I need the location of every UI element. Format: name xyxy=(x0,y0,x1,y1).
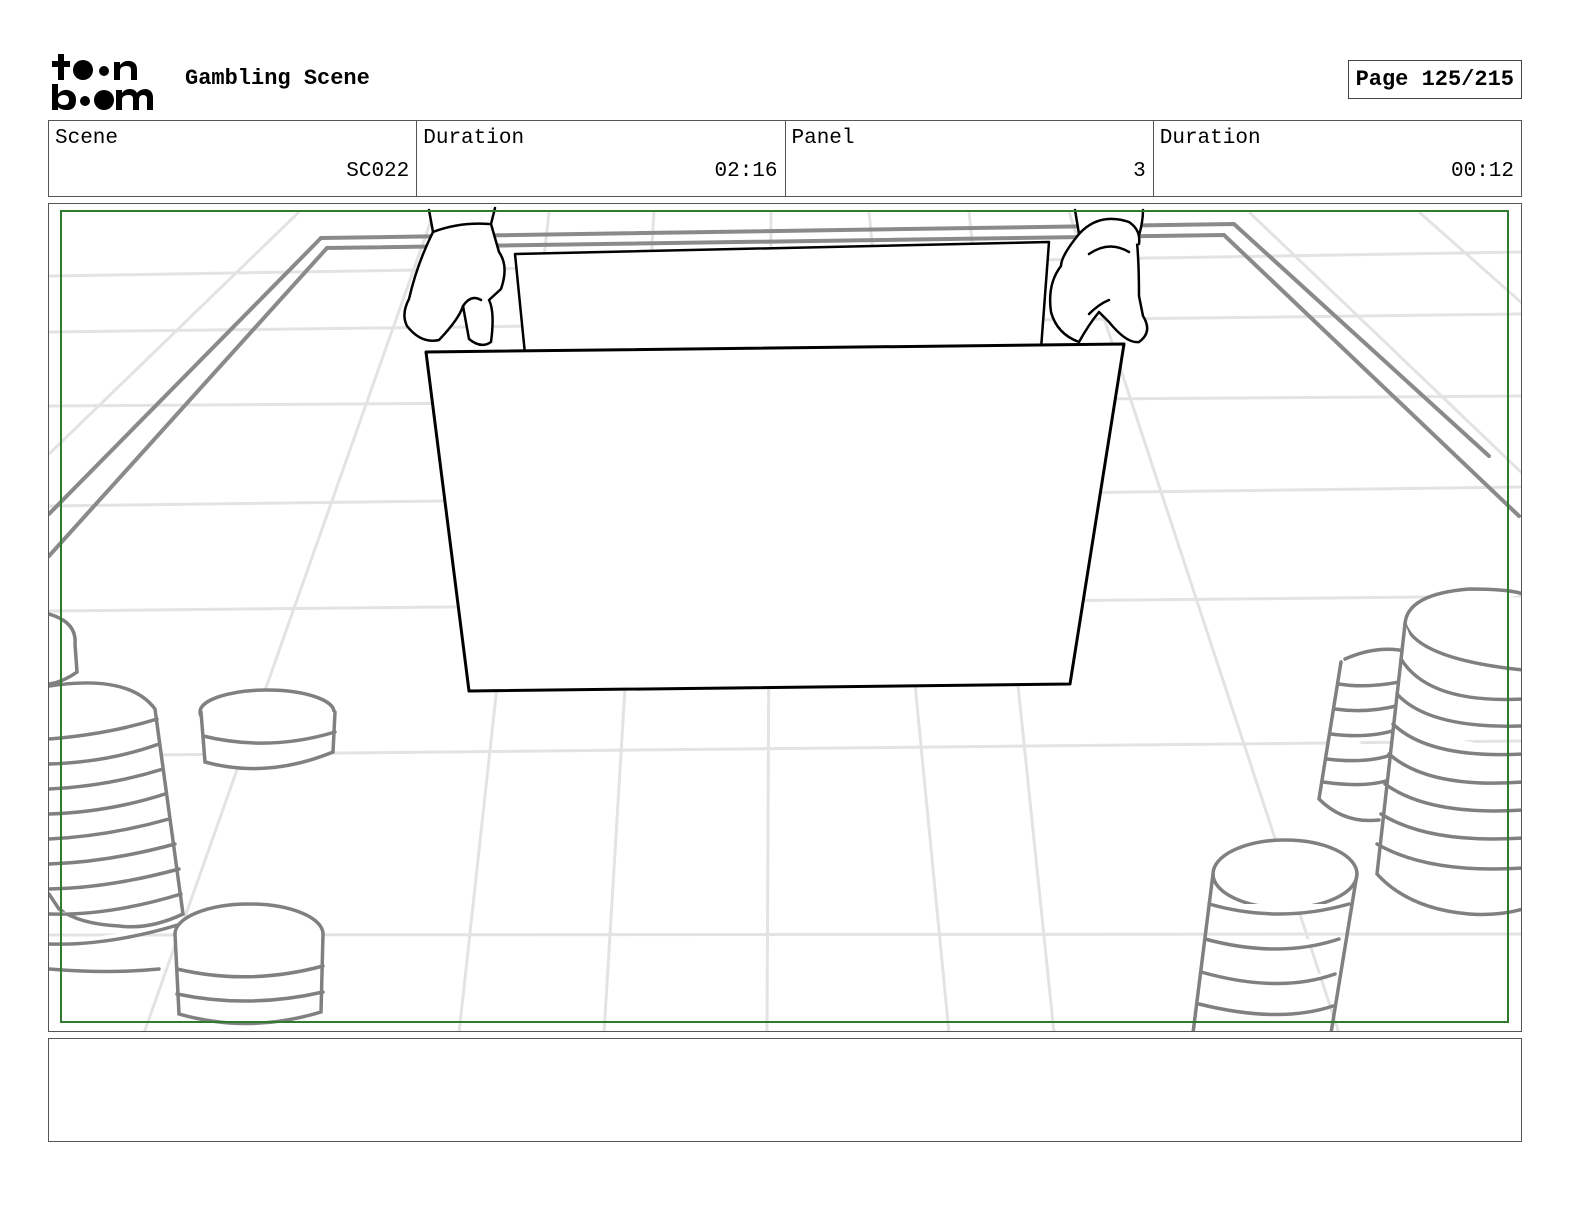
panel-label: Panel xyxy=(791,127,855,150)
panel-info-table: Scene SC022 Duration 02:16 Panel 3 Durat… xyxy=(48,120,1522,197)
panel-duration-value: 00:12 xyxy=(1450,160,1514,183)
panel-duration-cell: Duration 00:12 xyxy=(1154,121,1521,196)
panel-cell: Panel 3 xyxy=(786,121,1154,196)
left-hand xyxy=(403,206,506,347)
project-title: Gambling Scene xyxy=(185,66,370,91)
scene-cell: Scene SC022 xyxy=(49,121,418,196)
storyboard-panel[interactable] xyxy=(48,203,1522,1032)
page-header: Gambling Scene Page 125/215 xyxy=(48,48,1522,112)
scene-label: Scene xyxy=(55,127,119,150)
scene-value: SC022 xyxy=(346,160,410,183)
panel-drawing xyxy=(49,206,1521,1031)
panel-duration-label: Duration xyxy=(1159,127,1261,150)
page-indicator: Page 125/215 xyxy=(1347,60,1522,99)
scene-duration-cell: Duration 02:16 xyxy=(417,121,786,196)
right-hand xyxy=(1048,208,1149,344)
scene-duration-label: Duration xyxy=(423,127,525,150)
playing-card xyxy=(424,240,1126,693)
scene-duration-value: 02:16 xyxy=(714,160,778,183)
panel-value: 3 xyxy=(1133,160,1146,183)
toonboom-logo xyxy=(52,52,164,112)
panel-notes-box[interactable] xyxy=(48,1038,1522,1142)
